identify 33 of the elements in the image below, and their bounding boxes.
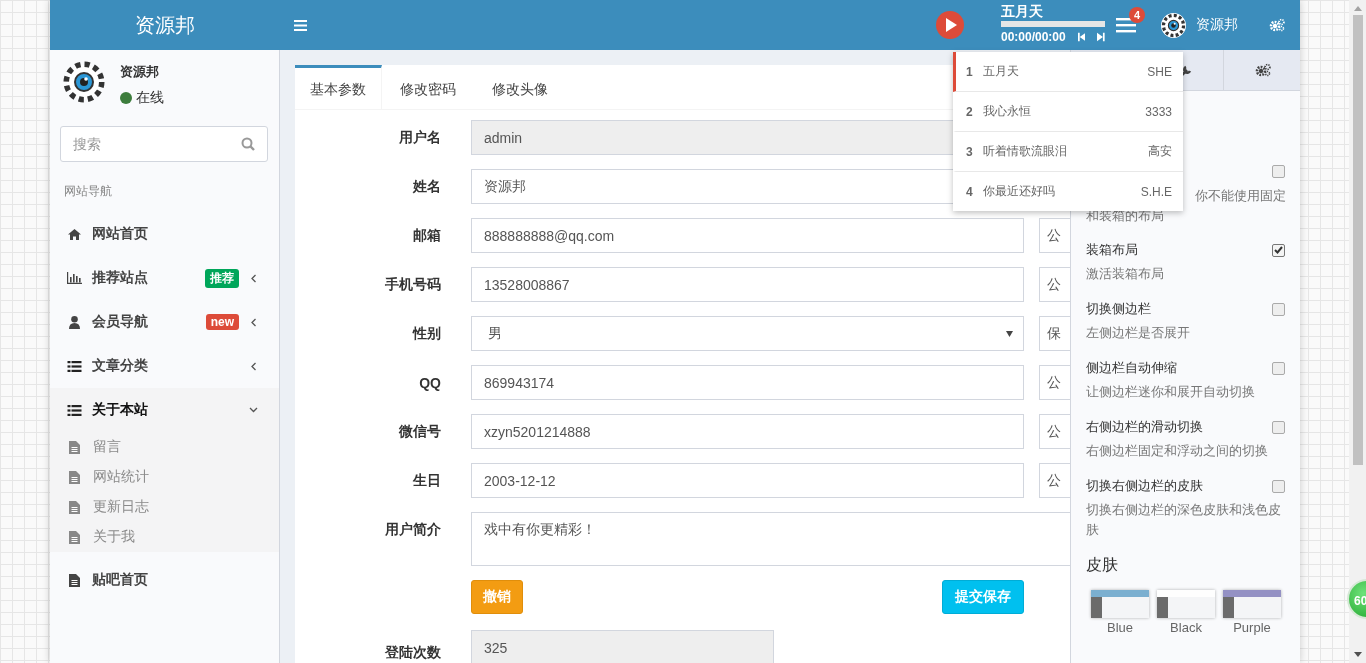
play-time: 00:00/00:00 (1001, 29, 1066, 44)
setting-title: 切换侧边栏 (1086, 300, 1151, 318)
skin-name: Black (1169, 620, 1203, 635)
status-text: 在线 (136, 89, 164, 107)
setting-description: 激活装箱布局 (1086, 265, 1165, 283)
field-label: 性别 (411, 324, 441, 343)
field-label: 生日 (412, 471, 441, 490)
setting-description: 你不能使用固定 (1195, 188, 1286, 203)
user-name: 资源邦 (120, 63, 160, 81)
menu-badge: new (205, 314, 239, 330)
setting-title: 右侧边栏的滑动切换 (1086, 418, 1203, 436)
skin-name: Blue (1106, 620, 1134, 635)
field-label: 用户名 (398, 128, 441, 147)
count-badge: 4 (1129, 7, 1145, 23)
field-label: 姓名 (412, 177, 441, 196)
field-label: QQ (418, 374, 441, 391)
setting-description: 让侧边栏迷你和展开自动切换 (1086, 383, 1256, 401)
setting-description: 左侧边栏是否展开 (1086, 324, 1191, 342)
setting-title: 装箱布局 (1086, 241, 1138, 259)
section-title: 皮肤 (1086, 555, 1119, 575)
field-label: 微信号 (398, 422, 441, 441)
skin-name: Purple (1232, 620, 1272, 635)
field-label: 手机号码 (384, 275, 441, 294)
song-title: 五月天 (1001, 2, 1044, 19)
menu-badge: 推荐 (205, 268, 239, 288)
setting-title: 切换右侧边栏的皮肤 (1086, 477, 1203, 495)
setting-description: 右侧边栏固定和浮动之间的切换 (1086, 442, 1269, 460)
setting-description: 切换右侧边栏的深色皮肤和浅色皮肤 (1086, 501, 1282, 539)
field-label: 邮箱 (412, 226, 441, 245)
nav-header: 网站导航 (63, 183, 113, 200)
setting-title: 侧边栏自动伸缩 (1086, 359, 1177, 377)
field-label: 用户简介 (384, 520, 441, 539)
field-label: 登陆次数 (384, 644, 441, 660)
